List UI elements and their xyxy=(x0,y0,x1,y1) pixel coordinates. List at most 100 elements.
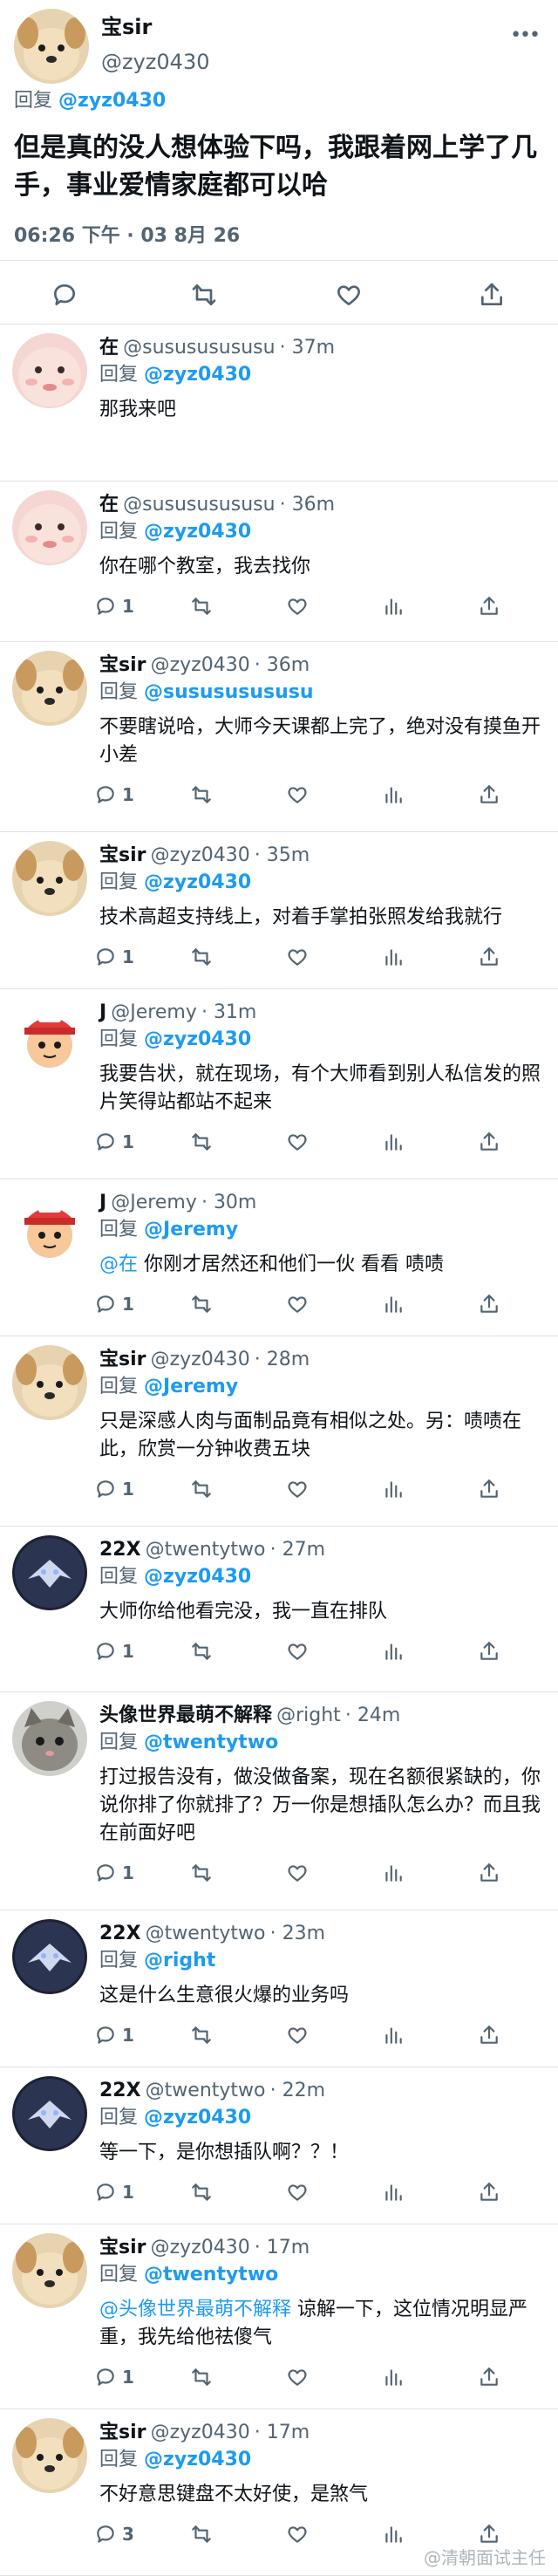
reply-time[interactable]: · 35m xyxy=(255,844,310,866)
reply-item[interactable]: 在 @susususususu · 37m 回复 @zyz0430 那我来吧 xyxy=(0,325,558,482)
reply-item[interactable]: J @Jeremy · 31m 回复 @zyz0430 我要告状，就在现场，有个大师… xyxy=(0,989,558,1179)
author-name[interactable]: 在 xyxy=(99,337,119,359)
author-name[interactable]: 宝sir xyxy=(99,2237,146,2258)
retweet-icon[interactable] xyxy=(190,780,213,810)
reply-item[interactable]: 宝sir @zyz0430 · 28m 回复 @Jeremy 只是深感人肉与面制品竟… xyxy=(0,1336,558,1527)
retweet-icon[interactable] xyxy=(190,591,213,621)
reply-to-link[interactable]: @zyz0430 xyxy=(144,2107,251,2128)
share-icon[interactable] xyxy=(478,2020,500,2050)
reply-time[interactable]: · 23m xyxy=(270,1923,325,1944)
author-handle[interactable]: @right xyxy=(276,1705,341,1726)
reply-icon[interactable]: 1 xyxy=(94,2020,134,2050)
reply-to-link[interactable]: @zyz0430 xyxy=(144,1566,251,1588)
avatar[interactable] xyxy=(12,2418,87,2493)
views-icon[interactable] xyxy=(382,1474,405,1504)
retweet-icon[interactable] xyxy=(190,1289,213,1319)
reply-icon[interactable]: 1 xyxy=(94,1858,134,1888)
author-name[interactable]: 宝sir xyxy=(101,14,152,40)
author-name[interactable]: 22X xyxy=(99,1923,141,1944)
author-name[interactable]: 22X xyxy=(99,2080,141,2101)
reply-to-link[interactable]: @zyz0430 xyxy=(144,2449,251,2470)
reply-item[interactable]: 宝sir @zyz0430 · 36m 回复 @susususususu 不要瞎说哈… xyxy=(0,642,558,832)
reply-to-link[interactable]: @susususususu xyxy=(144,681,314,703)
reply-icon[interactable]: 1 xyxy=(94,780,134,810)
avatar[interactable] xyxy=(12,841,87,916)
heart-icon[interactable] xyxy=(286,1636,309,1666)
avatar[interactable] xyxy=(12,2076,87,2151)
retweet-icon[interactable] xyxy=(190,942,213,972)
views-icon[interactable] xyxy=(382,1636,405,1666)
share-icon[interactable] xyxy=(478,1474,500,1504)
heart-icon[interactable] xyxy=(286,591,309,621)
views-icon[interactable] xyxy=(382,2177,405,2207)
views-icon[interactable] xyxy=(382,1858,405,1888)
retweet-icon[interactable] xyxy=(187,277,221,312)
share-icon[interactable] xyxy=(478,1289,500,1319)
views-icon[interactable] xyxy=(382,2362,405,2392)
reply-time[interactable]: · 24m xyxy=(345,1705,400,1726)
reply-icon[interactable] xyxy=(47,277,82,312)
author-handle[interactable]: @zyz0430 xyxy=(151,2422,250,2443)
author-handle[interactable]: @twentytwo xyxy=(146,1923,266,1944)
author-handle[interactable]: @zyz0430 xyxy=(151,1349,250,1370)
author-handle[interactable]: @Jeremy xyxy=(111,1192,197,1213)
share-icon[interactable] xyxy=(478,591,500,621)
retweet-icon[interactable] xyxy=(190,1474,213,1504)
reply-item[interactable]: J @Jeremy · 30m 回复 @Jeremy @在 你刚才居然还和他们一伙 … xyxy=(0,1179,558,1336)
share-icon[interactable] xyxy=(478,1127,500,1157)
share-icon[interactable] xyxy=(478,1858,500,1888)
author-name[interactable]: 在 xyxy=(99,494,119,516)
share-icon[interactable] xyxy=(478,780,500,810)
author-name[interactable]: 宝sir xyxy=(99,844,146,866)
views-icon[interactable] xyxy=(382,1289,405,1319)
reply-time[interactable]: · 36m xyxy=(280,494,335,516)
heart-icon[interactable] xyxy=(286,1127,309,1157)
avatar[interactable] xyxy=(12,1345,87,1420)
author-handle[interactable]: @Jeremy xyxy=(111,1001,197,1023)
reply-time[interactable]: · 37m xyxy=(280,337,335,359)
reply-item[interactable]: 22X @twentytwo · 23m 回复 @right 这是什么生意很火爆的业… xyxy=(0,1910,558,2067)
reply-item[interactable]: 宝sir @zyz0430 · 17m 回复 @twentytwo @头像世界最萌不… xyxy=(0,2224,558,2409)
avatar[interactable] xyxy=(12,333,87,408)
author-handle[interactable]: @zyz0430 xyxy=(151,654,250,676)
reply-icon[interactable]: 3 xyxy=(94,2519,134,2549)
avatar-dog[interactable] xyxy=(14,9,89,84)
author-handle[interactable]: @susususususu xyxy=(123,494,275,516)
avatar[interactable] xyxy=(12,1535,87,1610)
retweet-icon[interactable] xyxy=(190,2177,213,2207)
reply-to-link[interactable]: @twentytwo xyxy=(144,1732,278,1753)
reply-to-link[interactable]: @zyz0430 xyxy=(144,521,251,543)
reply-time[interactable]: · 36m xyxy=(255,654,310,676)
reply-to-link[interactable]: @zyz0430 xyxy=(58,90,166,112)
reply-to-link[interactable]: @right xyxy=(144,1950,215,1971)
avatar[interactable] xyxy=(12,1701,87,1776)
inline-mention[interactable]: @在 xyxy=(99,1254,138,1275)
inline-mention[interactable]: @头像世界最萌不解释 xyxy=(99,2299,291,2320)
share-icon[interactable] xyxy=(478,942,500,972)
author-handle[interactable]: @susususususu xyxy=(123,337,275,359)
share-icon[interactable] xyxy=(474,277,509,312)
reply-icon[interactable]: 1 xyxy=(94,591,134,621)
heart-icon[interactable] xyxy=(286,780,309,810)
reply-icon[interactable]: 1 xyxy=(94,1289,134,1319)
heart-icon[interactable] xyxy=(286,2020,309,2050)
author-name[interactable]: J xyxy=(99,1001,106,1023)
avatar[interactable] xyxy=(12,651,87,726)
retweet-icon[interactable] xyxy=(190,2519,213,2549)
avatar[interactable] xyxy=(12,2233,87,2308)
author-handle[interactable]: @twentytwo xyxy=(146,2080,266,2101)
author-handle[interactable]: @twentytwo xyxy=(146,1539,266,1561)
author-name[interactable]: 宝sir xyxy=(99,654,146,676)
avatar[interactable] xyxy=(12,998,87,1073)
reply-to-link[interactable]: @Jeremy xyxy=(144,1219,238,1240)
retweet-icon[interactable] xyxy=(190,1636,213,1666)
reply-icon[interactable]: 1 xyxy=(94,942,134,972)
reply-time[interactable]: · 31m xyxy=(201,1001,256,1023)
reply-to-link[interactable]: @zyz0430 xyxy=(144,1028,251,1050)
heart-icon[interactable] xyxy=(286,1474,309,1504)
heart-icon[interactable] xyxy=(286,2519,309,2549)
tweet-timestamp[interactable]: 06:26 下午 · 03 8月 26 xyxy=(14,220,240,248)
reply-item[interactable]: 头像世界最萌不解释 @right · 24m 回复 @twentytwo 打过报告没… xyxy=(0,1692,558,1910)
views-icon[interactable] xyxy=(382,780,405,810)
heart-icon[interactable] xyxy=(286,2177,309,2207)
